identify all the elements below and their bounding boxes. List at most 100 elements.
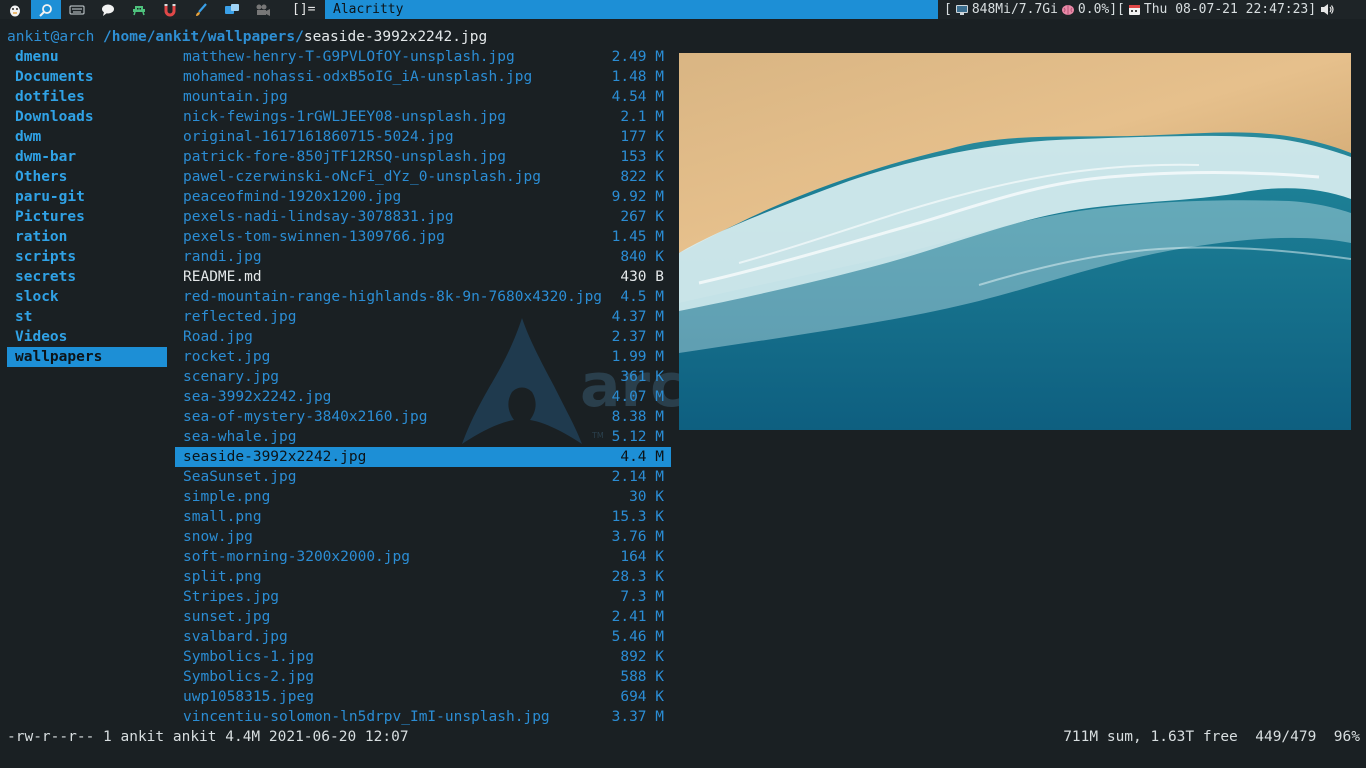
parent-dir-item[interactable]: Pictures xyxy=(7,207,167,227)
window-title: Alacritty xyxy=(325,0,938,19)
parent-dir-item[interactable]: Documents xyxy=(7,67,167,87)
parent-dir-item[interactable]: dwm xyxy=(7,127,167,147)
file-row[interactable]: randi.jpg 840 K xyxy=(175,247,671,267)
file-row[interactable]: split.png 28.3 K xyxy=(175,567,671,587)
tag-5[interactable] xyxy=(124,0,154,19)
parent-dir-item[interactable]: scripts xyxy=(7,247,167,267)
parent-dir-item[interactable]: dwm-bar xyxy=(7,147,167,167)
parent-dir-item[interactable]: Downloads xyxy=(7,107,167,127)
file-row[interactable]: nick-fewings-1rGWLJEEY08-unsplash.jpg 2.1… xyxy=(175,107,671,127)
parent-dir-item[interactable]: ration xyxy=(7,227,167,247)
file-row[interactable]: simple.png 30 K xyxy=(175,487,671,507)
parent-dir-item[interactable]: secrets xyxy=(7,267,167,287)
file-row[interactable]: Symbolics-2.jpg 588 K xyxy=(175,667,671,687)
datetime: Thu 08-07-21 22:47:23 xyxy=(1143,2,1309,17)
file-row[interactable]: sea-3992x2242.jpg 4.07 M xyxy=(175,387,671,407)
file-row[interactable]: svalbard.jpg 5.46 M xyxy=(175,627,671,647)
file-size: 28.3 K xyxy=(611,569,664,585)
file-size: 4.4 M xyxy=(620,449,664,465)
file-size: 361 K xyxy=(620,369,664,385)
file-row[interactable]: scenary.jpg 361 K xyxy=(175,367,671,387)
tag-2[interactable] xyxy=(31,0,61,19)
file-row[interactable]: small.png 15.3 K xyxy=(175,507,671,527)
tag-4[interactable] xyxy=(93,0,123,19)
file-row[interactable]: rocket.jpg 1.99 M xyxy=(175,347,671,367)
file-size: 5.12 M xyxy=(611,429,664,445)
file-size: 2.1 M xyxy=(620,109,664,125)
tag-9[interactable] xyxy=(248,0,278,19)
file-row[interactable]: README.md 430 B xyxy=(175,267,671,287)
file-size: 153 K xyxy=(620,149,664,165)
file-name: Road.jpg xyxy=(183,329,253,345)
file-row[interactable]: red-mountain-range-highlands-8k-9n-7680x… xyxy=(175,287,671,307)
file-size: 4.37 M xyxy=(611,309,664,325)
file-name: small.png xyxy=(183,509,262,525)
file-size: 4.07 M xyxy=(611,389,664,405)
tag-3[interactable] xyxy=(62,0,92,19)
file-name: original-1617161860715-5024.jpg xyxy=(183,129,454,145)
file-row[interactable]: mountain.jpg 4.54 M xyxy=(175,87,671,107)
status-bar: []= Alacritty [ 848Mi/7.7Gi 0.0% ][ Thu … xyxy=(0,0,1366,19)
file-row[interactable]: peaceofmind-1920x1200.jpg 9.92 M xyxy=(175,187,671,207)
file-row[interactable]: pawel-czerwinski-oNcFi_dYz_0-unsplash.jp… xyxy=(175,167,671,187)
file-size: 9.92 M xyxy=(611,189,664,205)
file-name: scenary.jpg xyxy=(183,369,280,385)
file-size: 2.49 M xyxy=(611,49,664,65)
file-name: patrick-fore-850jTF12RSQ-unsplash.jpg xyxy=(183,149,507,165)
file-row[interactable]: soft-morning-3200x2000.jpg 164 K xyxy=(175,547,671,567)
file-name: mountain.jpg xyxy=(183,89,288,105)
file-size: 892 K xyxy=(620,649,664,665)
file-row[interactable]: sea-whale.jpg 5.12 M xyxy=(175,427,671,447)
file-row[interactable]: original-1617161860715-5024.jpg 177 K xyxy=(175,127,671,147)
file-size: 7.3 M xyxy=(620,589,664,605)
file-size: 588 K xyxy=(620,669,664,685)
parent-dir-item[interactable]: dmenu xyxy=(7,47,167,67)
file-name: sea-of-mystery-3840x2160.jpg xyxy=(183,409,428,425)
file-row[interactable]: reflected.jpg 4.37 M xyxy=(175,307,671,327)
file-row[interactable]: vincentiu-solomon-ln5drpv_ImI-unsplash.j… xyxy=(175,707,671,727)
file-name: nick-fewings-1rGWLJEEY08-unsplash.jpg xyxy=(183,109,507,125)
calendar-icon xyxy=(1128,5,1140,15)
parent-dir-item[interactable]: Others xyxy=(7,167,167,187)
tag-1[interactable] xyxy=(0,0,30,19)
file-size: 30 K xyxy=(629,489,664,505)
parent-dir-item[interactable]: wallpapers xyxy=(7,347,167,367)
brain-icon xyxy=(1061,4,1074,15)
file-name: README.md xyxy=(183,269,262,285)
path-line: ankit@arch /home/ankit/wallpapers/seasid… xyxy=(7,27,487,47)
tag-8[interactable] xyxy=(217,0,247,19)
file-row[interactable]: matthew-henry-T-G9PVLOfOY-unsplash.jpg 2.… xyxy=(175,47,671,67)
file-row[interactable]: seaside-3992x2242.jpg 4.4 M xyxy=(175,447,671,467)
file-name: uwp1058315.jpeg xyxy=(183,689,314,705)
file-name: soft-morning-3200x2000.jpg xyxy=(183,549,410,565)
file-row[interactable]: mohamed-nohassi-odxB5oIG_iA-unsplash.jpg… xyxy=(175,67,671,87)
pi-icon xyxy=(8,3,22,17)
file-row[interactable]: SeaSunset.jpg 2.14 M xyxy=(175,467,671,487)
file-row[interactable]: patrick-fore-850jTF12RSQ-unsplash.jpg 153… xyxy=(175,147,671,167)
file-size: 2.41 M xyxy=(611,609,664,625)
file-row[interactable]: sunset.jpg 2.41 M xyxy=(175,607,671,627)
file-name: svalbard.jpg xyxy=(183,629,288,645)
file-size: 822 K xyxy=(620,169,664,185)
file-row[interactable]: Road.jpg 2.37 M xyxy=(175,327,671,347)
file-size: 5.46 M xyxy=(611,629,664,645)
file-row[interactable]: sea-of-mystery-3840x2160.jpg 8.38 M xyxy=(175,407,671,427)
tag-6[interactable] xyxy=(155,0,185,19)
file-size: 1.48 M xyxy=(611,69,664,85)
parent-dir-item[interactable]: Videos xyxy=(7,327,167,347)
layout-indicator[interactable]: []= xyxy=(292,0,315,19)
file-row[interactable]: pexels-nadi-lindsay-3078831.jpg 267 K xyxy=(175,207,671,227)
parent-dir-item[interactable]: paru-git xyxy=(7,187,167,207)
file-row[interactable]: uwp1058315.jpeg 694 K xyxy=(175,687,671,707)
file-row[interactable]: snow.jpg 3.76 M xyxy=(175,527,671,547)
parent-dir-item[interactable]: slock xyxy=(7,287,167,307)
tag-7[interactable] xyxy=(186,0,216,19)
parent-dir-item[interactable]: st xyxy=(7,307,167,327)
file-row[interactable]: pexels-tom-swinnen-1309766.jpg 1.45 M xyxy=(175,227,671,247)
file-name: split.png xyxy=(183,569,262,585)
search-icon xyxy=(39,3,53,17)
parent-dir-item[interactable]: dotfiles xyxy=(7,87,167,107)
file-row[interactable]: Stripes.jpg 7.3 M xyxy=(175,587,671,607)
file-row[interactable]: Symbolics-1.jpg 892 K xyxy=(175,647,671,667)
volume-icon[interactable] xyxy=(1319,3,1335,16)
